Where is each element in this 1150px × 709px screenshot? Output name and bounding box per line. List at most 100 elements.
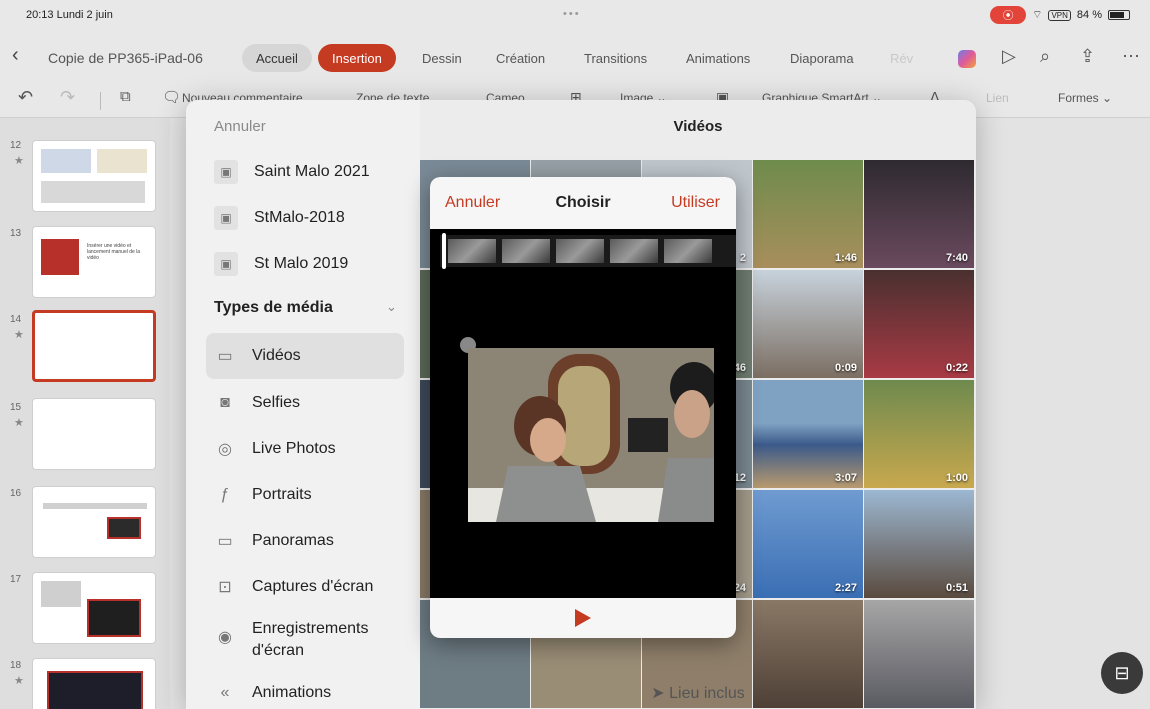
media-type-videos[interactable]: ▭ Vidéos: [206, 333, 404, 379]
play-icon[interactable]: [575, 609, 591, 627]
media-type-label: Vidéos: [252, 347, 301, 364]
document-title[interactable]: Copie de PP365-iPad-06: [48, 50, 203, 66]
undo-icon[interactable]: ↶: [18, 87, 33, 108]
copilot-icon[interactable]: [958, 50, 976, 68]
album-item[interactable]: ▣ Saint Malo 2021: [214, 160, 409, 184]
media-types-header[interactable]: Types de média: [214, 299, 333, 317]
status-bar: 20:13 Lundi 2 juin ••• ⦿ ︎⌔ VPN 84 %: [0, 0, 1150, 30]
chevron-down-icon[interactable]: ⌄: [386, 299, 397, 315]
preview-header: Annuler Choisir Utiliser: [430, 177, 736, 229]
video-thumbnail[interactable]: 3:07: [753, 380, 863, 488]
slide-thumbnail[interactable]: [32, 486, 156, 558]
video-duration: 0:22: [945, 362, 968, 374]
media-type-screenshots[interactable]: ⊡ Captures d'écran: [214, 576, 409, 598]
album-item[interactable]: ▣ StMalo-2018: [214, 206, 409, 230]
video-duration: 7:40: [945, 252, 968, 264]
shapes-button[interactable]: Formes ⌄: [1058, 91, 1112, 105]
status-time: 20:13 Lundi 2 juin: [26, 9, 113, 21]
video-thumbnail[interactable]: 0:09: [753, 270, 863, 378]
new-slide-icon[interactable]: ⧉: [120, 88, 131, 105]
video-thumbnail[interactable]: 0:51: [864, 490, 974, 598]
tab-creation[interactable]: Création: [482, 44, 559, 72]
slide-thumbnail[interactable]: [32, 658, 156, 709]
recording-icon: ⦿: [990, 6, 1027, 24]
comment-icon[interactable]: 🗨: [162, 88, 181, 106]
location-included-label[interactable]: ➤ Lieu inclus: [420, 683, 976, 703]
slide-number: 12: [10, 140, 22, 151]
album-icon: ▣: [214, 206, 238, 230]
frame-thumbnail: [556, 239, 604, 263]
battery-level: 84 %: [1076, 9, 1102, 21]
video-duration: 1:00: [945, 472, 968, 484]
multitasking-dots[interactable]: •••: [563, 8, 581, 20]
tab-revision[interactable]: Rév: [876, 44, 927, 72]
video-thumbnail[interactable]: 7:40: [864, 160, 974, 268]
tab-diaporama[interactable]: Diaporama: [776, 44, 868, 72]
media-type-selfies[interactable]: ◙ Selfies: [214, 392, 409, 414]
slide-thumbnail[interactable]: Insérer une vidéo et lancement manuel de…: [32, 226, 156, 298]
slide-thumbnail[interactable]: [32, 140, 156, 212]
video-frame[interactable]: [468, 348, 714, 522]
search-icon[interactable]: ⌕: [1040, 46, 1050, 67]
slide-thumbnail[interactable]: [32, 398, 156, 470]
slide-number: 13: [10, 228, 22, 239]
media-type-animations[interactable]: « Animations: [214, 682, 409, 704]
slide-number: 17: [10, 574, 22, 585]
video-duration: 0:09: [834, 362, 857, 374]
media-type-label: Captures d'écran: [252, 578, 374, 595]
video-duration: 0:51: [945, 582, 968, 594]
frame-strip[interactable]: [440, 235, 736, 267]
ribbon-tabs: ‹ Copie de PP365-iPad-06 Accueil Inserti…: [0, 30, 1150, 82]
screen-recording-icon: ◉: [218, 629, 232, 646]
slide-star-icon: ★: [14, 155, 24, 167]
tab-animations[interactable]: Animations: [672, 44, 764, 72]
toolbar-divider: [100, 92, 101, 110]
back-chevron-icon[interactable]: ‹: [12, 44, 19, 67]
frame-thumbnail: [664, 239, 712, 263]
video-thumbnail[interactable]: 0:22: [864, 270, 974, 378]
selfie-icon: ◙: [220, 394, 230, 411]
media-type-screen-recordings[interactable]: ◉ Enregistrements d'écran: [214, 618, 409, 662]
trim-handle[interactable]: [442, 233, 446, 269]
slide-thumbnail[interactable]: [32, 572, 156, 644]
video-thumbnail[interactable]: 2:27: [753, 490, 863, 598]
panorama-icon: ▭: [217, 533, 233, 550]
video-duration: 2: [739, 252, 746, 264]
video-thumbnail[interactable]: 1:00: [864, 380, 974, 488]
status-indicators: ⦿ ︎⌔ VPN 84 %: [990, 6, 1130, 24]
media-type-label: Portraits: [252, 486, 312, 503]
album-label: Saint Malo 2021: [254, 163, 370, 180]
play-slideshow-icon[interactable]: ▷: [1002, 46, 1016, 67]
redo-icon[interactable]: ↷: [60, 87, 75, 108]
video-duration: 3:07: [834, 472, 857, 484]
tab-dessin[interactable]: Dessin: [408, 44, 476, 72]
video-icon: ▭: [217, 348, 233, 365]
frame-thumbnail: [610, 239, 658, 263]
picker-cancel-button[interactable]: Annuler: [214, 118, 266, 135]
video-duration: 2:27: [834, 582, 857, 594]
tab-accueil[interactable]: Accueil: [242, 44, 312, 72]
tab-transitions[interactable]: Transitions: [570, 44, 661, 72]
album-item[interactable]: ▣ St Malo 2019: [214, 252, 409, 276]
album-label: StMalo-2018: [254, 209, 345, 226]
slide-text: Insérer une vidéo et lancement manuel de…: [87, 243, 141, 261]
location-label: Lieu inclus: [669, 685, 745, 702]
media-type-portraits[interactable]: ƒ Portraits: [214, 484, 409, 506]
slide-number: 14: [10, 314, 22, 325]
media-type-label: Live Photos: [252, 440, 336, 457]
live-text-icon[interactable]: ⊟: [1101, 652, 1143, 694]
slide-star-icon: ★: [14, 675, 24, 687]
media-type-panoramas[interactable]: ▭ Panoramas: [214, 530, 409, 552]
video-thumbnail[interactable]: 1:46: [753, 160, 863, 268]
tab-insertion[interactable]: Insertion: [318, 44, 396, 72]
wifi-icon: ︎⌔: [1032, 9, 1043, 21]
link-button[interactable]: Lien: [986, 91, 1009, 105]
album-icon: ▣: [214, 252, 238, 276]
media-type-label: Animations: [252, 684, 332, 701]
slide-thumbnail-selected[interactable]: [32, 310, 156, 382]
preview-use-button[interactable]: Utiliser: [671, 194, 720, 212]
media-type-live-photos[interactable]: ◎ Live Photos: [214, 438, 409, 460]
share-icon[interactable]: ⇪: [1080, 46, 1095, 67]
more-icon[interactable]: ⋯: [1122, 46, 1140, 67]
album-label: St Malo 2019: [254, 255, 349, 272]
